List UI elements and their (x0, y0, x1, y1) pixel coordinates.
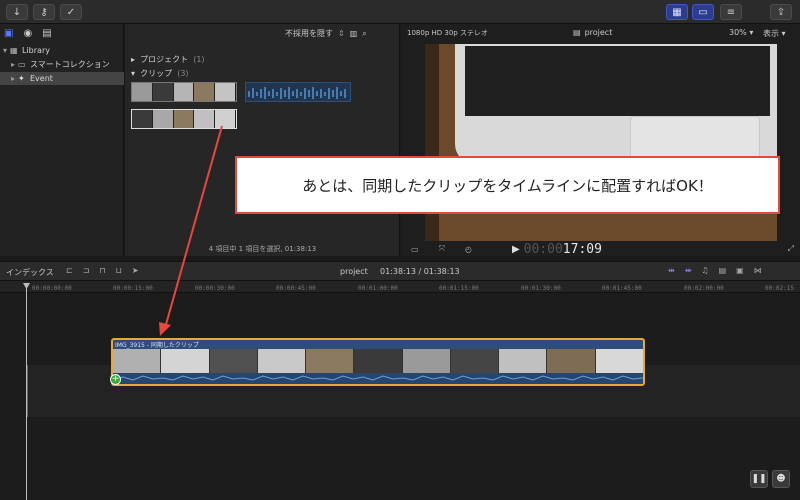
annotation-callout: あとは、同期したクリップをタイムラインに配置すればOK！ (235, 156, 780, 214)
callout-text: あとは、同期したクリップをタイムラインに配置すればOK！ (302, 176, 713, 195)
annotation-arrow (159, 125, 223, 336)
